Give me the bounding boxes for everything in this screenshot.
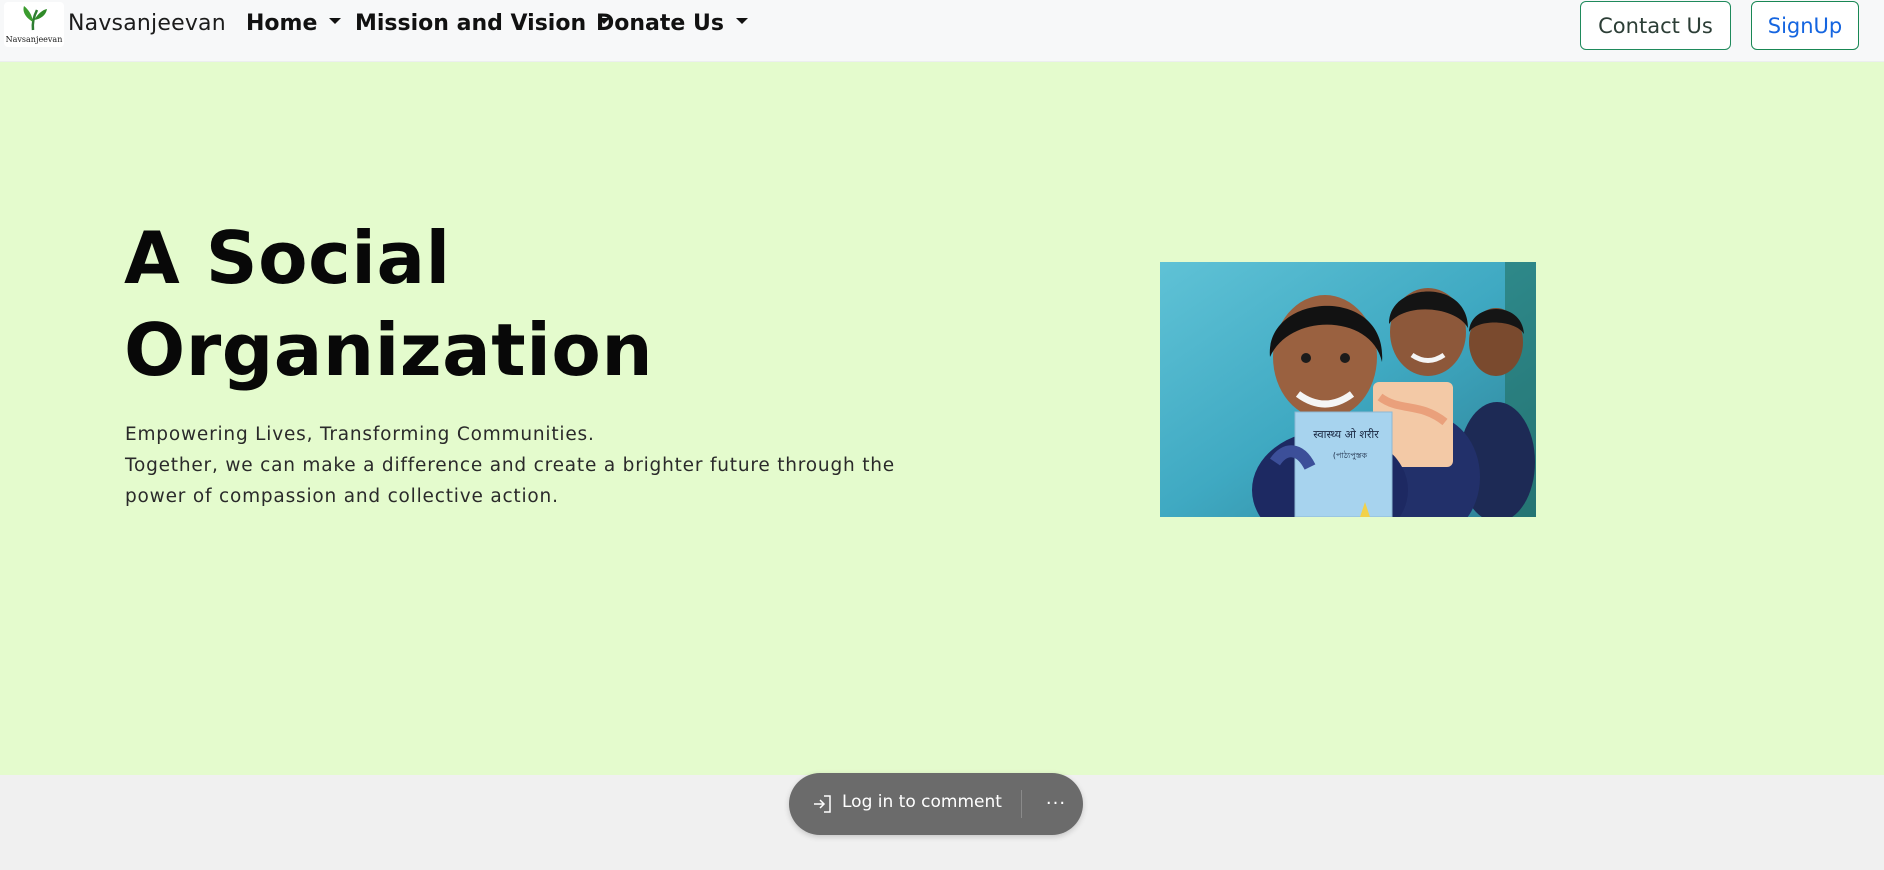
hero-description-line: Together, we can make a difference and c… xyxy=(125,455,895,476)
svg-text:(পাঠ্যপুস্তক: (পাঠ্যপুস্তক xyxy=(1333,450,1368,460)
brand-logo[interactable]: Navsanjeevan xyxy=(4,2,64,47)
hero-section: A Social Organization Empowering Lives, … xyxy=(0,62,1884,775)
svg-text:Navsanjeevan: Navsanjeevan xyxy=(6,35,63,44)
hero-description-line: Empowering Lives, Transforming Communiti… xyxy=(125,424,595,445)
signup-button[interactable]: SignUp xyxy=(1751,1,1859,50)
login-icon xyxy=(814,795,831,813)
divider xyxy=(1021,790,1022,818)
hero-title-line: Organization xyxy=(124,308,654,392)
svg-text:स्वास्थ्य ओ शरीर: स्वास्थ्य ओ शरीर xyxy=(1313,428,1379,441)
nav-item-mission-and-vision[interactable]: Mission and Vision xyxy=(355,11,611,36)
hero-title-line: A Social xyxy=(124,216,451,300)
nav-item-donate-us[interactable]: Donate Us xyxy=(596,11,748,36)
log-in-to-comment-button[interactable]: Log in to comment xyxy=(842,792,1002,812)
hero-image-children: स्वास्थ्य ओ शरीर (পাঠ্যপুস্তক xyxy=(1160,262,1536,517)
comment-bar: Log in to comment ··· xyxy=(789,773,1083,835)
caret-down-icon xyxy=(329,18,342,24)
more-options-icon[interactable]: ··· xyxy=(1041,788,1071,818)
navbar: Navsanjeevan Navsanjeevan Home Mission a… xyxy=(0,0,1884,62)
hero-title: A Social Organization xyxy=(124,212,653,396)
caret-down-icon xyxy=(735,18,748,24)
nav-item-label: Donate Us xyxy=(596,11,724,36)
hero-description-line: power of compassion and collective actio… xyxy=(125,486,559,507)
nav-item-label: Mission and Vision xyxy=(355,11,587,36)
nav-item-label: Home xyxy=(246,11,318,36)
contact-us-button[interactable]: Contact Us xyxy=(1580,1,1731,50)
brand-name[interactable]: Navsanjeevan xyxy=(68,11,226,36)
nav-item-home[interactable]: Home xyxy=(246,11,342,36)
hero-description: Empowering Lives, Transforming Communiti… xyxy=(125,419,895,512)
